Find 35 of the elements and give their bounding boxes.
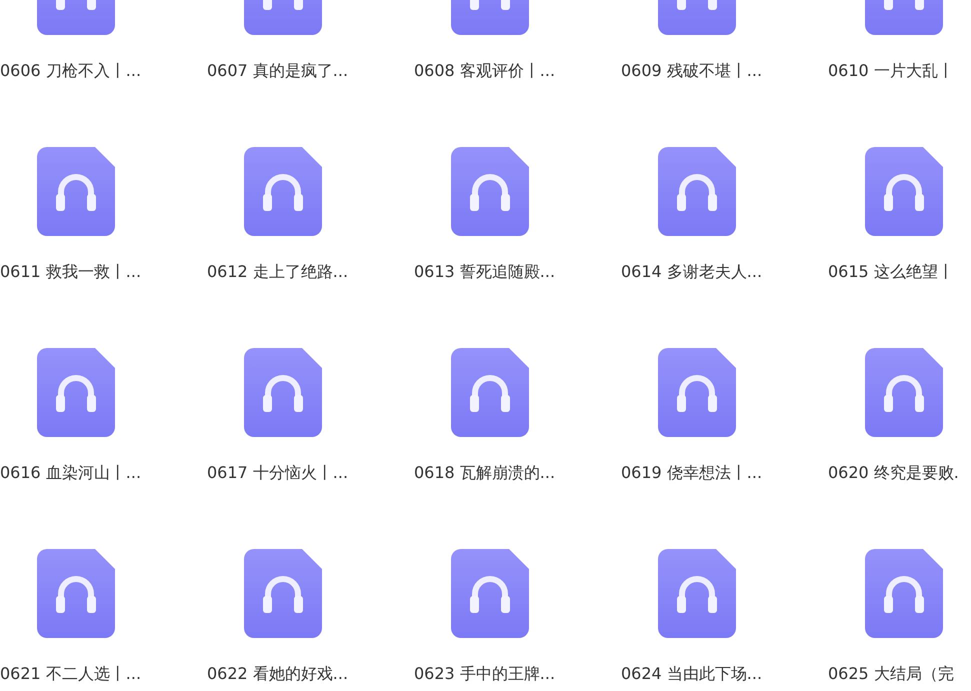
audio-file-icon[interactable]	[244, 348, 322, 437]
file-name: 0613 誓死追随殿...	[414, 262, 556, 282]
audio-file-icon[interactable]	[451, 147, 529, 236]
file-name: 0608 客观评价丨...	[414, 61, 556, 81]
audio-file-icon[interactable]	[865, 147, 943, 236]
audio-file-icon[interactable]	[865, 549, 943, 638]
audio-file-icon[interactable]	[865, 348, 943, 437]
audio-file-icon[interactable]	[658, 348, 736, 437]
file-name: 0607 真的是疯了...	[207, 61, 348, 81]
audio-file-icon[interactable]	[37, 549, 115, 638]
file-name: 0620 终究是要败.	[828, 463, 959, 483]
file-name: 0624 当由此下场...	[621, 664, 762, 684]
file-name: 0618 瓦解崩溃的...	[414, 463, 556, 483]
audio-file-icon[interactable]	[658, 147, 736, 236]
file-name: 0609 残破不堪丨...	[621, 61, 762, 81]
file-name: 0615 这么绝望丨	[828, 262, 954, 282]
file-name: 0625 大结局（完	[828, 664, 954, 684]
file-name: 0610 一片大乱丨	[828, 61, 954, 81]
audio-file-icon[interactable]	[451, 549, 529, 638]
file-name: 0612 走上了绝路...	[207, 262, 348, 282]
file-name: 0617 十分恼火丨...	[207, 463, 348, 483]
audio-file-icon[interactable]	[658, 549, 736, 638]
file-name: 0606 刀枪不入丨...	[0, 61, 142, 81]
file-name: 0621 不二人选丨...	[0, 664, 142, 684]
file-name: 0619 侥幸想法丨...	[621, 463, 762, 483]
audio-file-icon[interactable]	[37, 147, 115, 236]
file-name: 0622 看她的好戏...	[207, 664, 348, 684]
file-name: 0611 救我一救丨...	[0, 262, 142, 282]
file-name: 0623 手中的王牌...	[414, 664, 556, 684]
file-name: 0616 血染河山丨...	[0, 463, 142, 483]
audio-file-icon[interactable]	[37, 348, 115, 437]
audio-file-icon[interactable]	[244, 147, 322, 236]
audio-file-icon[interactable]	[451, 348, 529, 437]
audio-file-icon[interactable]	[244, 549, 322, 638]
file-name: 0614 多谢老夫人...	[621, 262, 762, 282]
